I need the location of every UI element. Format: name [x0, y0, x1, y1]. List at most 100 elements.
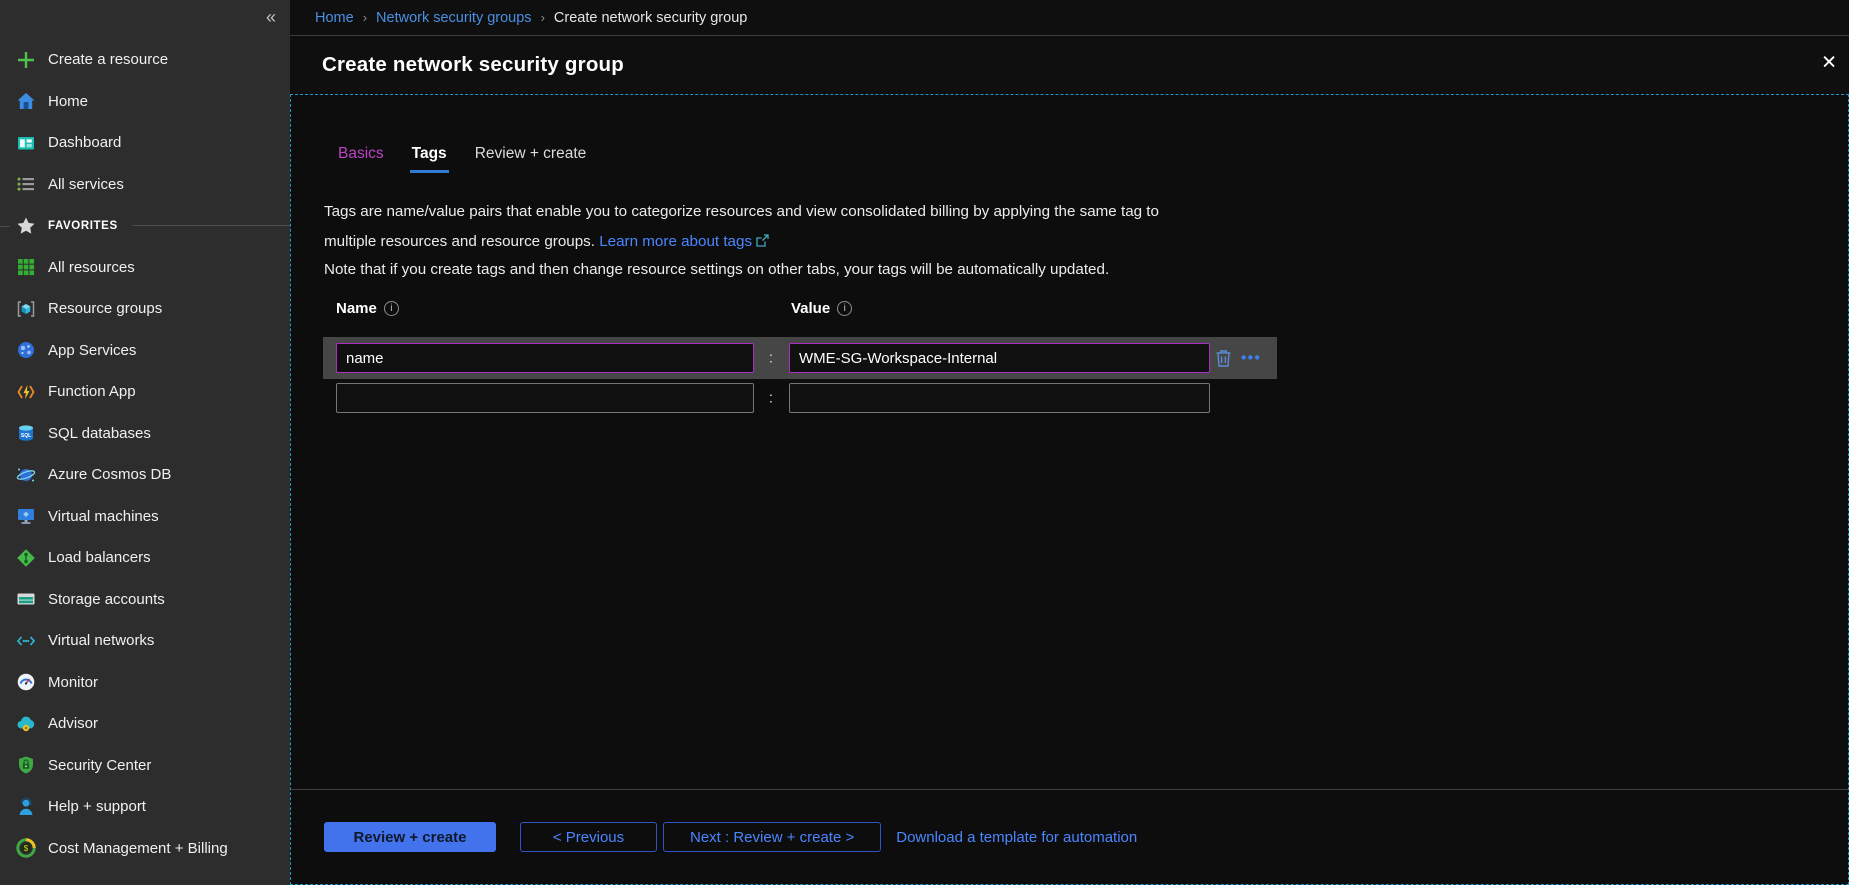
sidebar-item-create-a-resource[interactable]: Create a resource	[0, 39, 290, 81]
tag-separator: :	[763, 350, 779, 367]
info-icon[interactable]: i	[837, 301, 852, 316]
svg-text:$: $	[24, 844, 29, 853]
tag-name-input[interactable]	[336, 343, 754, 373]
value-column-header: Value	[791, 300, 830, 317]
sidebar-item-all-services[interactable]: All services	[0, 164, 290, 206]
sidebar-item-label: Load balancers	[48, 549, 151, 566]
learn-more-link[interactable]: Learn more about tags	[599, 233, 752, 250]
sidebar-item-label: Cost Management + Billing	[48, 840, 228, 857]
sidebar-item-cost-management-billing[interactable]: $ Cost Management + Billing	[0, 828, 290, 870]
sidebar: « Create a resource Home Dashboard All serv…	[0, 0, 290, 885]
sidebar-item-help-support[interactable]: Help + support	[0, 786, 290, 828]
sidebar-item-virtual-machines[interactable]: Virtual machines	[0, 496, 290, 538]
favorites-label: FAVORITES	[48, 220, 118, 232]
sidebar-item-label: Security Center	[48, 757, 151, 774]
tag-value-input[interactable]	[789, 383, 1210, 413]
plus-icon	[15, 50, 37, 70]
sidebar-item-label: App Services	[48, 342, 136, 359]
footer: Review + create < Previous Next : Review…	[324, 822, 1137, 852]
sidebar-item-all-resources[interactable]: All resources	[0, 247, 290, 289]
review-create-button[interactable]: Review + create	[324, 822, 496, 852]
sidebar-item-azure-cosmos-db[interactable]: Azure Cosmos DB	[0, 454, 290, 496]
app-services-icon	[15, 340, 37, 360]
sidebar-item-function-app[interactable]: Function App	[0, 371, 290, 413]
all-services-icon	[15, 174, 37, 194]
external-link-icon	[756, 228, 769, 258]
sidebar-item-virtual-networks[interactable]: Virtual networks	[0, 620, 290, 662]
help-support-icon	[15, 797, 37, 817]
download-template-link[interactable]: Download a template for automation	[896, 829, 1137, 846]
all-resources-icon	[15, 257, 37, 277]
info-icon[interactable]: i	[384, 301, 399, 316]
previous-button[interactable]: < Previous	[520, 822, 657, 852]
sidebar-item-sql-databases[interactable]: SQL SQL databases	[0, 413, 290, 455]
sidebar-item-label: Virtual machines	[48, 508, 159, 525]
monitor-icon	[15, 672, 37, 692]
breadcrumb: Home›Network security groups›Create netw…	[290, 0, 1849, 36]
sidebar-item-label: SQL databases	[48, 425, 151, 442]
chevron-right-icon: ›	[363, 10, 367, 25]
sidebar-item-load-balancers[interactable]: Load balancers	[0, 537, 290, 579]
svg-text:SQL: SQL	[21, 433, 31, 439]
tab-tags[interactable]: Tags	[410, 145, 449, 173]
dashboard-icon	[15, 133, 37, 153]
cost-management-icon: $	[15, 838, 37, 858]
favorites-header: FAVORITES	[0, 205, 290, 247]
footer-divider	[291, 789, 1848, 790]
chevron-right-icon: ›	[541, 10, 545, 25]
tags-description: Tags are name/value pairs that enable yo…	[324, 197, 1159, 258]
resource-groups-icon	[15, 299, 37, 319]
sidebar-item-home[interactable]: Home	[0, 81, 290, 123]
breadcrumb-link-network-security-groups[interactable]: Network security groups	[376, 10, 532, 26]
tag-separator: :	[763, 390, 779, 407]
tags-note: Note that if you create tags and then ch…	[324, 255, 1109, 285]
next-button[interactable]: Next : Review + create >	[663, 822, 881, 852]
more-actions-icon[interactable]: •••	[1241, 350, 1261, 367]
tag-row: : •••	[323, 337, 1277, 379]
function-app-icon	[15, 382, 37, 402]
virtual-networks-icon	[15, 631, 37, 651]
tag-row: :	[323, 381, 1277, 415]
tab-basics[interactable]: Basics	[336, 145, 386, 173]
sidebar-item-dashboard[interactable]: Dashboard	[0, 122, 290, 164]
tab-review-create[interactable]: Review + create	[473, 145, 589, 173]
sidebar-item-app-services[interactable]: App Services	[0, 330, 290, 372]
sidebar-item-label: All resources	[48, 259, 135, 276]
sidebar-item-monitor[interactable]: Monitor	[0, 662, 290, 704]
sidebar-item-label: Monitor	[48, 674, 98, 691]
sidebar-item-label: Dashboard	[48, 134, 121, 151]
sidebar-item-label: Azure Cosmos DB	[48, 466, 171, 483]
sidebar-item-storage-accounts[interactable]: Storage accounts	[0, 579, 290, 621]
sidebar-item-security-center[interactable]: Security Center	[0, 745, 290, 787]
create-nsg-panel: Basics Tags Review + create Tags are name/…	[290, 94, 1849, 885]
delete-tag-icon[interactable]	[1215, 349, 1232, 368]
close-icon[interactable]: ✕	[1821, 52, 1837, 75]
sidebar-item-label: Function App	[48, 383, 136, 400]
home-icon	[15, 91, 37, 111]
advisor-icon	[15, 714, 37, 734]
sidebar-item-advisor[interactable]: Advisor	[0, 703, 290, 745]
name-column-header: Name	[336, 300, 377, 317]
sidebar-item-label: All services	[48, 176, 124, 193]
sidebar-item-label: Advisor	[48, 715, 98, 732]
main-area: Home › Network security groups › Create netw…	[290, 0, 1849, 885]
star-icon	[15, 216, 37, 236]
sidebar-item-resource-groups[interactable]: Resource groups	[0, 288, 290, 330]
load-balancers-icon	[15, 548, 37, 568]
tags-description-line1: Tags are name/value pairs that enable yo…	[324, 203, 1159, 220]
page-title: Create network security group	[322, 53, 624, 77]
favorites-divider	[132, 225, 290, 226]
sql-databases-icon: SQL	[15, 423, 37, 443]
sidebar-item-label: Home	[48, 93, 88, 110]
collapse-sidebar-button[interactable]: «	[266, 7, 276, 28]
sidebar-item-label: Storage accounts	[48, 591, 165, 608]
tab-bar: Basics Tags Review + create	[336, 145, 588, 173]
sidebar-item-label: Create a resource	[48, 51, 168, 68]
breadcrumb-link-home[interactable]: Home	[315, 10, 354, 26]
tags-description-line2: multiple resources and resource groups.	[324, 233, 595, 250]
blade-title-bar: Create network security group ✕	[290, 36, 1849, 94]
sidebar-nav: Create a resource Home Dashboard All servic…	[0, 0, 290, 869]
tag-value-input[interactable]	[789, 343, 1210, 373]
tag-name-input[interactable]	[336, 383, 754, 413]
cosmos-db-icon	[15, 465, 37, 485]
